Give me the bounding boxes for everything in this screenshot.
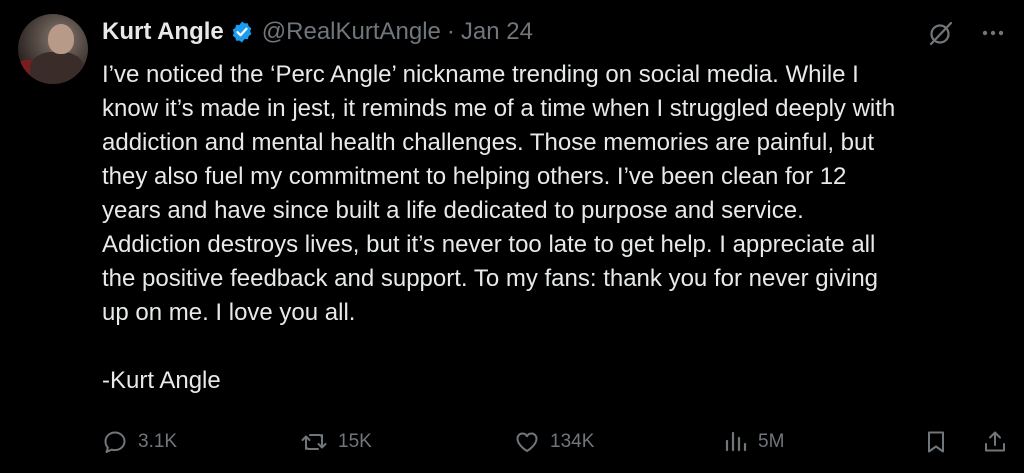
avatar-head bbox=[48, 24, 74, 54]
display-name[interactable]: Kurt Angle bbox=[102, 18, 224, 46]
avatar[interactable] bbox=[18, 14, 88, 84]
retweet-icon bbox=[301, 434, 327, 450]
reply-icon bbox=[104, 431, 126, 453]
like-count: 134K bbox=[550, 431, 595, 452]
tweet-date[interactable]: Jan 24 bbox=[461, 18, 533, 46]
retweet-button[interactable]: 15K bbox=[300, 424, 372, 460]
view-count: 5M bbox=[758, 431, 785, 452]
reply-button[interactable]: 3.1K bbox=[102, 424, 177, 460]
tweet-header: Kurt Angle @RealKurtAngle · Jan 24 bbox=[102, 14, 533, 50]
views-icon bbox=[725, 431, 747, 452]
grok-icon[interactable] bbox=[926, 18, 956, 48]
top-actions bbox=[926, 18, 1008, 48]
heart-icon bbox=[516, 432, 538, 452]
bookmark-icon bbox=[928, 431, 944, 453]
handle[interactable]: @RealKurtAngle bbox=[262, 18, 441, 46]
views-button[interactable]: 5M bbox=[722, 424, 784, 460]
share-icon bbox=[985, 431, 1005, 452]
more-icon[interactable] bbox=[978, 18, 1008, 48]
separator: · bbox=[446, 18, 455, 45]
retweet-count: 15K bbox=[338, 431, 372, 452]
avatar-body bbox=[30, 52, 84, 84]
tweet-text: I’ve noticed the ‘Perc Angle’ nickname t… bbox=[102, 61, 896, 394]
bookmark-button[interactable] bbox=[924, 424, 958, 460]
share-button[interactable] bbox=[982, 424, 1018, 460]
tweet-actions: 3.1K 15K 134K 5M bbox=[102, 424, 1010, 460]
like-button[interactable]: 134K bbox=[514, 424, 594, 460]
tweet[interactable]: Kurt Angle @RealKurtAngle · Jan 24 I’ve bbox=[0, 0, 1024, 473]
reply-count: 3.1K bbox=[138, 431, 178, 452]
verified-badge-icon[interactable] bbox=[230, 20, 254, 44]
